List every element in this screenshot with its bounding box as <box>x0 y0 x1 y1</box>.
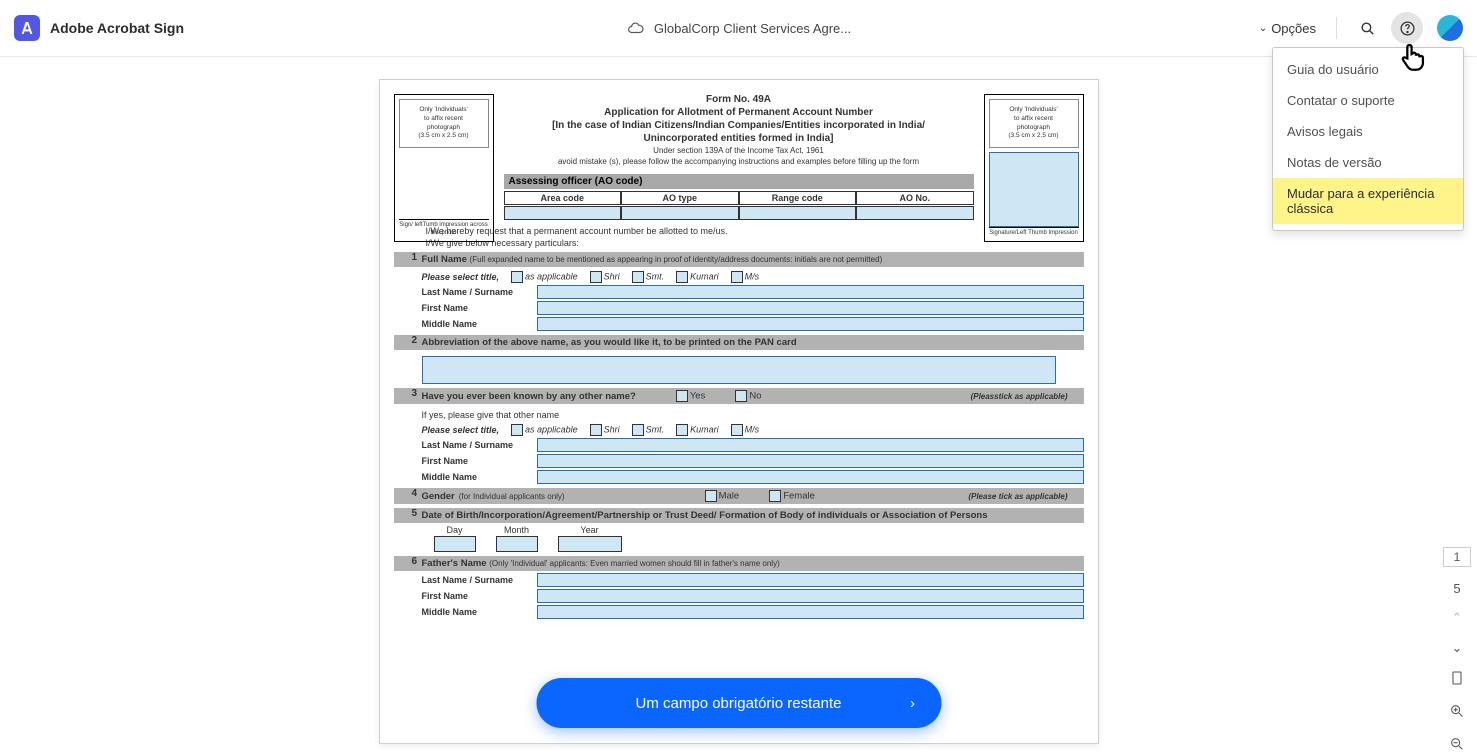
other-name-no-checkbox[interactable] <box>735 390 747 402</box>
help-icon <box>1399 20 1416 37</box>
other-title-smt-checkbox[interactable] <box>632 424 644 436</box>
form-title-5: Under section 139A of the Income Tax Act… <box>504 146 974 155</box>
app-logo <box>14 15 40 41</box>
search-button[interactable] <box>1351 12 1383 44</box>
other-last-name-input[interactable] <box>537 438 1084 452</box>
document-page: Only 'Individuals' to affix recent photo… <box>379 79 1099 744</box>
zoom-in-button[interactable] <box>1449 703 1465 722</box>
title-shri-checkbox[interactable] <box>590 271 602 283</box>
current-page-indicator[interactable]: 1 <box>1443 547 1472 567</box>
abbreviation-input[interactable] <box>422 356 1056 384</box>
dob-day-input[interactable] <box>434 536 476 552</box>
help-menu: Guia do usuário Contatar o suporte Aviso… <box>1272 47 1464 231</box>
dob-month-input[interactable] <box>496 536 538 552</box>
other-first-name-input[interactable] <box>537 454 1084 468</box>
zoom-out-button[interactable] <box>1449 736 1465 755</box>
page-tools: 1 5 ⌃ ⌄ <box>1437 547 1477 755</box>
document-title-area: GlobalCorp Client Services Agre... <box>626 19 851 37</box>
form-title-2: Application for Allotment of Permanent A… <box>504 107 974 118</box>
document-viewer: Only 'Individuals' to affix recent photo… <box>0 57 1477 744</box>
other-title-applicable-checkbox[interactable] <box>511 424 523 436</box>
title-applicable-checkbox[interactable] <box>511 271 523 283</box>
app-name: Adobe Acrobat Sign <box>50 20 184 36</box>
ao-type-input[interactable] <box>621 206 739 220</box>
chevron-right-icon: › <box>910 695 915 712</box>
ao-area-code-input[interactable] <box>504 206 622 220</box>
menu-item-classic-experience[interactable]: Mudar para a experiência clássica <box>1273 178 1463 224</box>
help-button[interactable] <box>1391 12 1423 44</box>
chevron-down-icon: ⌄ <box>1259 23 1267 34</box>
menu-item-user-guide[interactable]: Guia do usuário <box>1273 54 1463 85</box>
father-last-name-input[interactable] <box>537 573 1084 587</box>
photo-box-left: Only 'Individuals' to affix recent photo… <box>394 94 494 242</box>
signature-field[interactable] <box>989 152 1079 227</box>
app-header: Adobe Acrobat Sign GlobalCorp Client Ser… <box>0 0 1477 57</box>
gender-female-checkbox[interactable] <box>769 490 781 502</box>
title-ms-checkbox[interactable] <box>731 271 743 283</box>
dob-year-input[interactable] <box>558 536 622 552</box>
total-pages: 5 <box>1453 581 1460 596</box>
other-title-kumari-checkbox[interactable] <box>676 424 688 436</box>
user-avatar[interactable] <box>1437 15 1463 41</box>
fit-page-button[interactable] <box>1449 670 1465 689</box>
menu-item-contact-support[interactable]: Contatar o suporte <box>1273 85 1463 116</box>
title-smt-checkbox[interactable] <box>632 271 644 283</box>
cloud-icon <box>626 19 644 37</box>
ao-no-input[interactable] <box>856 206 974 220</box>
title-kumari-checkbox[interactable] <box>676 271 688 283</box>
ao-header: Assessing officer (AO code) <box>504 174 974 189</box>
ao-range-code-input[interactable] <box>739 206 857 220</box>
form-title-1: Form No. 49A <box>504 94 974 105</box>
page-down-button[interactable]: ⌄ <box>1452 640 1463 656</box>
options-button[interactable]: ⌄ Opções <box>1253 17 1322 40</box>
search-icon <box>1359 20 1376 37</box>
first-name-input[interactable] <box>537 301 1084 315</box>
father-first-name-input[interactable] <box>537 589 1084 603</box>
page-up-button[interactable]: ⌃ <box>1452 610 1463 626</box>
father-middle-name-input[interactable] <box>537 605 1084 619</box>
other-name-yes-checkbox[interactable] <box>676 390 688 402</box>
middle-name-input[interactable] <box>537 317 1084 331</box>
document-title: GlobalCorp Client Services Agre... <box>654 21 851 36</box>
form-title-3: [In the case of Indian Citizens/Indian C… <box>504 120 974 131</box>
form-title-4: Unincorporated entities formed in India] <box>504 133 974 144</box>
form-title-6: avoid mistake (s), please follow the acc… <box>504 157 974 166</box>
other-middle-name-input[interactable] <box>537 470 1084 484</box>
menu-item-release-notes[interactable]: Notas de versão <box>1273 147 1463 178</box>
last-name-input[interactable] <box>537 285 1084 299</box>
gender-male-checkbox[interactable] <box>705 490 717 502</box>
other-title-shri-checkbox[interactable] <box>590 424 602 436</box>
photo-box-right: Only 'Individuals' to affix recent photo… <box>984 94 1084 242</box>
menu-item-legal[interactable]: Avisos legais <box>1273 116 1463 147</box>
other-title-ms-checkbox[interactable] <box>731 424 743 436</box>
required-field-button[interactable]: Um campo obrigatório restante › <box>536 678 941 728</box>
separator <box>1336 17 1337 39</box>
